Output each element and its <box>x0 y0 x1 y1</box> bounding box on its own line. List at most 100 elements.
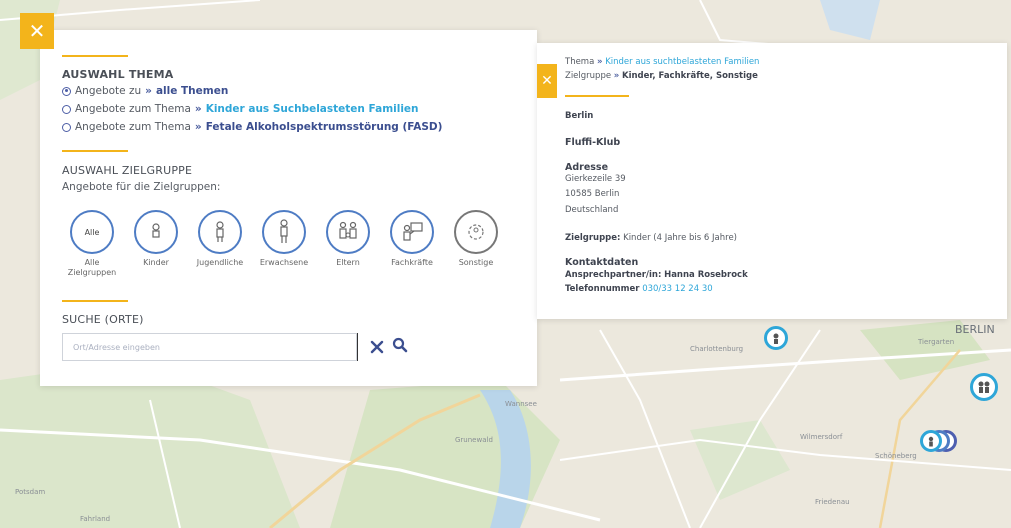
group-all[interactable]: Alle Alle Zielgruppen <box>63 210 121 278</box>
info-group: Zielgruppe » Kinder, Fachkräfte, Sonstig… <box>565 71 758 81</box>
parents-icon[interactable] <box>326 210 370 254</box>
location-marker-icon <box>928 436 934 447</box>
info-contact-person-label: Ansprechpartner/in: <box>565 270 662 280</box>
info-group-prefix: Zielgruppe <box>565 71 612 81</box>
map-label-berlin: BERLIN <box>955 323 995 336</box>
location-marker-icon <box>773 333 779 344</box>
info-zip-city: 10585 Berlin <box>565 189 620 199</box>
location-marker-icon <box>978 381 990 393</box>
text-cursor <box>357 333 358 361</box>
teen-icon[interactable] <box>198 210 242 254</box>
theme-option-prefix: Angebote zu <box>75 85 142 97</box>
map-marker[interactable] <box>920 430 942 452</box>
radio-button[interactable] <box>62 104 71 114</box>
group-heading: AUSWAHL ZIELGRUPPE <box>62 164 193 177</box>
group-label: Alle Zielgruppen <box>67 258 117 277</box>
theme-option-kinder[interactable]: Angebote zum Thema » Kinder aus Suchbela… <box>62 103 419 115</box>
info-phone-label: Telefonnummer <box>565 284 640 294</box>
group-jugendliche[interactable]: Jugendliche <box>191 210 249 268</box>
group-label: Fachkräfte <box>391 258 433 267</box>
info-contact-label: Kontaktdaten <box>565 257 639 268</box>
close-info-button[interactable]: ✕ <box>537 64 557 98</box>
info-street: Gierkezeile 39 <box>565 174 626 184</box>
theme-option-fasd[interactable]: Angebote zum Thema » Fetale Alkoholspekt… <box>62 121 442 133</box>
group-subtext: Angebote für die Zielgruppen: <box>62 181 221 193</box>
info-group-value: Kinder, Fachkräfte, Sonstige <box>621 71 758 81</box>
info-contact-person: Ansprechpartner/in: Hanna Rosebrock <box>565 270 748 280</box>
info-city: Berlin <box>565 111 594 121</box>
arrow-icon: » <box>145 85 152 97</box>
group-sonstige[interactable]: Sonstige <box>447 210 505 268</box>
group-erwachsene[interactable]: Erwachsene <box>255 210 313 268</box>
radio-button[interactable] <box>62 86 71 96</box>
other-icon[interactable] <box>454 210 498 254</box>
info-target: Zielgruppe: Kinder (4 Jahre bis 6 Jahre) <box>565 233 737 243</box>
info-target-label: Zielgruppe: <box>565 233 621 243</box>
radio-button[interactable] <box>62 122 71 132</box>
search-input[interactable]: Ort/Adresse eingeben <box>62 333 357 361</box>
theme-option-all[interactable]: Angebote zu » alle Themen <box>62 85 228 97</box>
info-theme-value[interactable]: Kinder aus suchtbelasteten Familien <box>605 57 759 67</box>
close-icon: ✕ <box>28 19 46 43</box>
child-figure <box>152 223 160 238</box>
divider <box>565 95 629 97</box>
professionals-icon[interactable] <box>390 210 434 254</box>
map-label-fahrland: Fahrland <box>80 515 111 523</box>
info-country: Deutschland <box>565 205 619 215</box>
arrow-icon: » <box>194 121 202 133</box>
arrow-icon: » <box>613 71 620 81</box>
map-marker[interactable] <box>970 373 998 401</box>
theme-option-label: Fetale Alkoholspektrumsstörung (FASD) <box>205 121 443 133</box>
map-label-friedenau: Friedenau <box>815 498 850 506</box>
theme-heading: AUSWAHL THEMA <box>62 68 174 81</box>
divider <box>62 300 128 302</box>
group-circle-text: Alle <box>84 227 100 237</box>
close-icon: ✕ <box>541 73 553 89</box>
map-label-grunewald: Grunewald <box>455 436 493 444</box>
group-label: Kinder <box>143 258 169 267</box>
group-label: Eltern <box>336 258 360 267</box>
info-theme: Thema » Kinder aus suchtbelasteten Famil… <box>565 57 759 67</box>
group-kinder[interactable]: Kinder <box>127 210 185 268</box>
search-icon[interactable] <box>392 337 408 357</box>
map-marker[interactable] <box>764 326 788 350</box>
search-heading: SUCHE (ORTE) <box>62 313 144 326</box>
map-label-potsdam: Potsdam <box>15 488 46 496</box>
info-name: Fluffi-Klub <box>565 137 621 148</box>
professionals-figure <box>403 222 423 241</box>
info-contact-person-value: Hanna Rosebrock <box>664 270 748 280</box>
adult-icon[interactable] <box>262 210 306 254</box>
theme-option-label: alle Themen <box>155 85 229 97</box>
other-figure <box>468 224 484 240</box>
theme-option-label: Kinder aus Suchbelasteten Familien <box>205 103 419 115</box>
divider <box>62 150 128 152</box>
info-phone: Telefonnummer 030/33 12 24 30 <box>565 284 713 294</box>
teen-figure <box>216 221 224 242</box>
arrow-icon: » <box>194 103 202 115</box>
all-icon[interactable]: Alle <box>70 210 114 254</box>
info-panel: Thema » Kinder aus suchtbelasteten Famil… <box>537 43 1007 319</box>
theme-option-prefix: Angebote zum Thema <box>75 121 191 133</box>
map-label-wannsee: Wannsee <box>505 400 537 408</box>
filter-panel: AUSWAHL THEMA Angebote zu » alle Themen … <box>40 30 537 386</box>
group-fachkraefte[interactable]: Fachkräfte <box>383 210 441 268</box>
map-label-charlottenburg: Charlottenburg <box>690 345 744 353</box>
info-target-value: Kinder (4 Jahre bis 6 Jahre) <box>623 233 737 243</box>
map-label-tiergarten: Tiergarten <box>918 338 955 346</box>
theme-option-prefix: Angebote zum Thema <box>75 103 191 115</box>
info-phone-value[interactable]: 030/33 12 24 30 <box>642 284 712 294</box>
group-label: Erwachsene <box>259 258 309 267</box>
adult-figure <box>280 219 288 243</box>
close-filter-button[interactable]: ✕ <box>20 13 54 49</box>
group-label: Sonstige <box>458 258 494 267</box>
arrow-icon: » <box>597 57 603 67</box>
parents-figure <box>339 221 357 239</box>
map-label-wilmersdorf: Wilmersdorf <box>800 433 843 441</box>
info-theme-prefix: Thema <box>565 57 595 67</box>
clear-icon[interactable] <box>370 339 384 358</box>
child-icon[interactable] <box>134 210 178 254</box>
group-eltern[interactable]: Eltern <box>319 210 377 268</box>
divider <box>62 55 128 57</box>
info-address-label: Adresse <box>565 162 609 173</box>
map-label-schoeneberg: Schöneberg <box>875 452 917 460</box>
